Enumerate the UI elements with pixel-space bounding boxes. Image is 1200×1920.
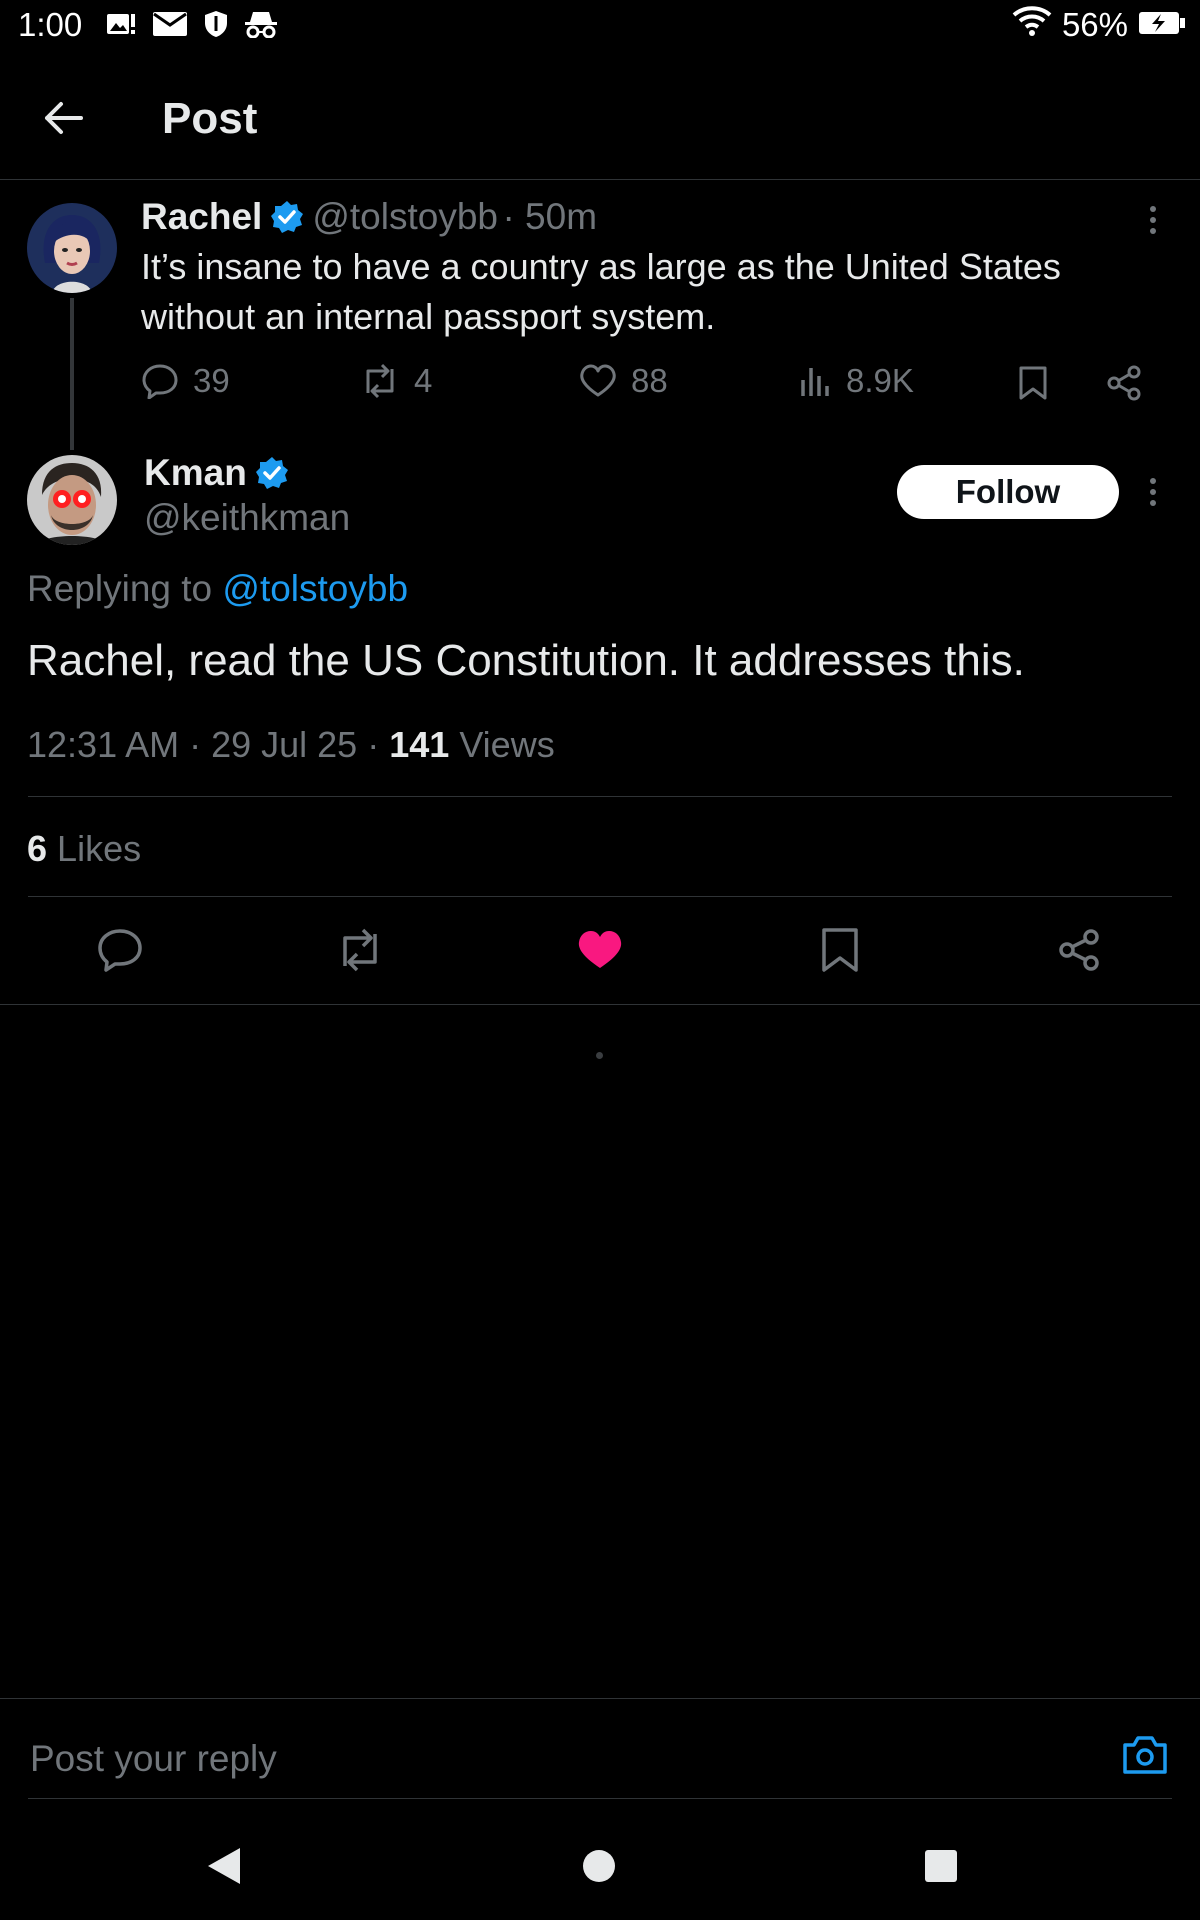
reply-button[interactable] [90, 920, 150, 980]
more-vertical-icon [1150, 478, 1156, 506]
views-label: Views [459, 724, 555, 765]
status-left-icons [106, 10, 278, 43]
status-time: 1:00 [18, 6, 83, 43]
repost-count: 4 [414, 362, 433, 399]
share-icon [1059, 929, 1099, 971]
reply-icon [142, 364, 178, 399]
incognito-icon [244, 10, 278, 43]
reply-icon [98, 929, 142, 972]
post-timestamp[interactable]: 12:31 AM · 29 Jul 25 · [27, 724, 379, 765]
back-button[interactable] [28, 88, 98, 148]
replying-prefix: Replying to [27, 568, 213, 609]
parent-more-button[interactable] [1148, 205, 1158, 240]
follow-button[interactable]: Follow [897, 465, 1119, 519]
bookmark-icon [822, 928, 858, 972]
header-divider [0, 179, 1200, 180]
repost-icon [343, 928, 377, 972]
reply-input[interactable] [28, 1728, 1082, 1790]
parent-share-button[interactable] [1106, 365, 1142, 406]
square-recents-icon [925, 1850, 957, 1882]
main-post-text: Rachel, read the US Constitution. It add… [27, 636, 1025, 685]
reply-count: 39 [193, 362, 230, 399]
author-handle[interactable]: @tolstoybb [312, 196, 498, 237]
divider [0, 1698, 1200, 1699]
heart-filled-icon [578, 931, 622, 968]
wifi-icon [1012, 6, 1052, 44]
divider [28, 796, 1172, 797]
repost-icon [366, 363, 394, 399]
parent-post-header: Rachel @tolstoybb · 50m [141, 196, 597, 238]
battery-charging-icon [1138, 6, 1186, 44]
verified-badge-icon [270, 200, 304, 234]
share-button[interactable] [1049, 920, 1109, 980]
status-right: 56% [1012, 6, 1186, 44]
like-action[interactable]: 88 [579, 362, 668, 400]
views-count: 8.9K [846, 362, 914, 399]
replying-to-link[interactable]: @tolstoybb [222, 568, 408, 609]
loading-indicator [596, 1052, 603, 1059]
divider [28, 1798, 1172, 1799]
circle-home-icon [583, 1850, 615, 1882]
triangle-back-icon [208, 1848, 240, 1884]
heart-outline-icon [580, 364, 616, 397]
post-time: · 50m [502, 196, 598, 237]
author-name[interactable]: Kman [144, 452, 247, 493]
arrow-left-icon [45, 102, 83, 134]
repost-button[interactable] [330, 920, 390, 980]
reply-action[interactable]: 39 [141, 362, 230, 400]
avatar-rachel[interactable] [27, 203, 117, 293]
author-name[interactable]: Rachel [141, 196, 262, 237]
likes-count: 6 [27, 828, 48, 869]
repost-action[interactable]: 4 [360, 362, 432, 400]
verified-badge-icon [255, 456, 289, 490]
gallery-alert-icon [106, 11, 136, 42]
divider [28, 896, 1172, 897]
bookmark-button[interactable] [810, 920, 870, 980]
divider [0, 1004, 1200, 1005]
avatar-kman[interactable] [27, 455, 117, 545]
camera-button[interactable] [1122, 1735, 1168, 1780]
nav-recents-button[interactable] [901, 1826, 981, 1906]
replying-to: Replying to @tolstoybb [27, 568, 408, 610]
nav-home-button[interactable] [559, 1826, 639, 1906]
likes-summary[interactable]: 6 Likes [27, 828, 141, 870]
share-icon [1107, 365, 1141, 401]
like-button[interactable] [570, 920, 630, 980]
main-post-author: Kman [144, 452, 297, 494]
camera-icon [1123, 1736, 1167, 1774]
page-title: Post [162, 94, 258, 143]
mail-icon [152, 11, 188, 42]
post-meta: 12:31 AM · 29 Jul 25 · 141 Views [27, 724, 555, 766]
battery-percent: 56% [1061, 6, 1128, 43]
bookmark-icon [1019, 366, 1047, 400]
author-handle[interactable]: @keithkman [144, 497, 350, 539]
analytics-icon [801, 368, 829, 396]
nav-back-button[interactable] [184, 1826, 264, 1906]
likes-label: Likes [57, 828, 142, 869]
parent-post-text: It’s insane to have a country as large a… [141, 246, 1061, 337]
main-more-button[interactable] [1148, 477, 1158, 512]
shield-icon [204, 10, 228, 43]
more-vertical-icon [1150, 206, 1156, 234]
like-count: 88 [631, 362, 668, 399]
thread-connector-line [70, 298, 74, 450]
views-count: 141 [389, 724, 450, 765]
views-action[interactable]: 8.9K [800, 362, 914, 400]
parent-bookmark-button[interactable] [1018, 365, 1048, 406]
